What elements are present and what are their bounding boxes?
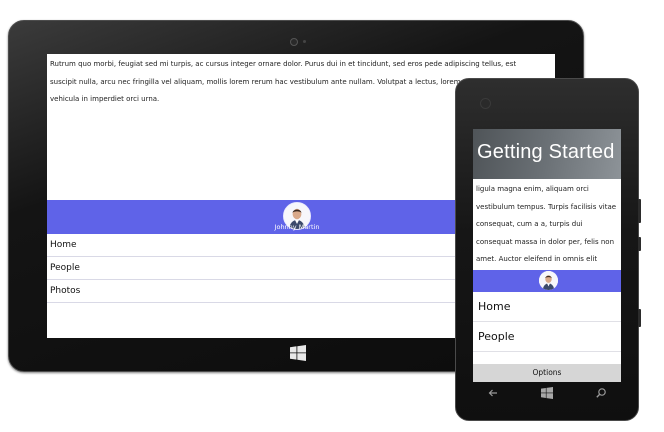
phone-device: Getting Started ligula magna enim, aliqu… [455, 78, 641, 421]
search-icon[interactable] [595, 387, 607, 399]
phone-options-bar[interactable]: Options [473, 364, 621, 382]
phone-nav-home[interactable]: Home [473, 292, 621, 322]
windows-start-icon[interactable] [541, 387, 553, 399]
phone-volume-button [638, 199, 641, 223]
phone-front-camera [480, 98, 491, 109]
avatar-photo [539, 271, 558, 290]
tablet-user-name: Johnny Martin [274, 223, 320, 231]
phone-nav-people[interactable]: People [473, 322, 621, 352]
phone-profile-header [473, 270, 621, 292]
tablet-sensor [303, 40, 306, 43]
tablet-camera [290, 38, 298, 46]
phone-hero-title: Getting Started [477, 141, 615, 163]
phone-hardware-buttons [473, 383, 621, 403]
phone-power-button [638, 237, 641, 251]
phone-nav-list: Home People [473, 292, 621, 352]
phone-avatar[interactable] [539, 271, 558, 290]
phone-screen: Getting Started ligula magna enim, aliqu… [473, 129, 621, 382]
windows-logo-icon[interactable] [290, 345, 306, 361]
phone-camera-button [638, 309, 641, 327]
back-arrow-icon[interactable] [487, 387, 499, 399]
phone-hero: Getting Started [473, 129, 621, 179]
